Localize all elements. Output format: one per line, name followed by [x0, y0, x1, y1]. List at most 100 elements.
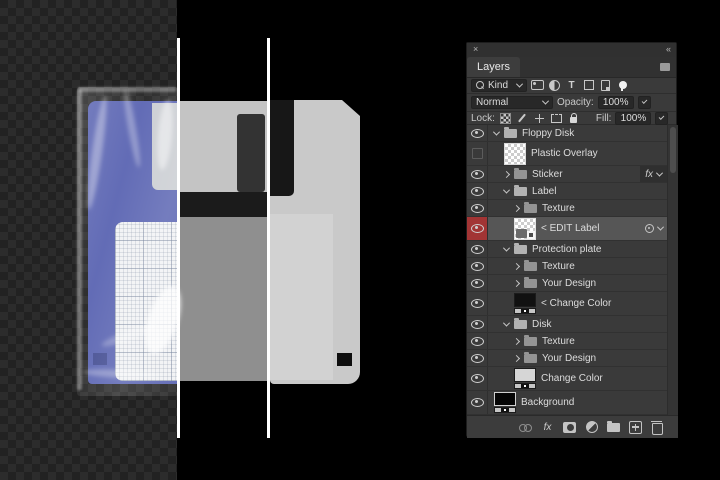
fill-dropdown-button[interactable]	[655, 112, 668, 125]
visibility-toggle[interactable]	[467, 367, 488, 390]
layer-row-edit-label-selected[interactable]: < EDIT Label	[467, 217, 667, 241]
layer-row-your-design-1[interactable]: Your Design	[467, 275, 667, 292]
new-group-icon[interactable]	[607, 420, 620, 434]
collapsed-chevron-icon[interactable]	[503, 170, 510, 177]
layer-row-change-color-dark[interactable]: < Change Color	[467, 292, 667, 316]
chevron-down-icon[interactable]	[656, 169, 663, 176]
layer-row-texture-3[interactable]: Texture	[467, 333, 667, 350]
disk-body-dark-middle	[180, 192, 267, 217]
eye-icon	[471, 129, 484, 138]
new-layer-icon[interactable]	[629, 420, 642, 434]
fill-layer-thumbnail[interactable]	[514, 293, 536, 314]
disk-label-area-gray	[270, 214, 333, 380]
eye-icon	[471, 337, 484, 346]
scrollbar-track[interactable]	[667, 125, 678, 415]
collapsed-chevron-icon[interactable]	[513, 354, 520, 361]
add-layer-mask-icon[interactable]	[563, 420, 576, 434]
layer-row-change-color-light[interactable]: Change Color	[467, 367, 667, 391]
collapsed-chevron-icon[interactable]	[513, 262, 520, 269]
visibility-toggle[interactable]	[467, 292, 488, 315]
filter-smart-objects-icon[interactable]	[599, 80, 612, 91]
fill-layer-thumbnail[interactable]	[494, 392, 516, 413]
blend-mode-select[interactable]: Normal	[471, 96, 553, 109]
color-swatch	[514, 368, 536, 382]
lock-transparency-icon[interactable]	[499, 113, 512, 124]
lock-artboard-icon[interactable]	[550, 113, 563, 124]
layer-row-your-design-2[interactable]: Your Design	[467, 350, 667, 367]
shutter-window-middle	[237, 114, 265, 192]
expand-chevron-icon[interactable]	[493, 128, 500, 135]
visibility-toggle[interactable]	[467, 275, 488, 291]
visibility-toggle[interactable]	[467, 333, 488, 349]
visibility-toggle[interactable]	[467, 258, 488, 274]
expand-chevron-icon[interactable]	[503, 186, 510, 193]
filter-adjustment-layers-icon[interactable]	[548, 80, 561, 91]
layer-row-disk[interactable]: Disk	[467, 316, 667, 333]
layer-thumbnail[interactable]	[504, 143, 526, 165]
lock-paint-icon[interactable]	[516, 113, 529, 124]
visibility-toggle[interactable]	[467, 183, 488, 199]
layer-name: < EDIT Label	[541, 223, 599, 234]
collapsed-chevron-icon[interactable]	[513, 204, 520, 211]
delete-layer-icon[interactable]	[651, 420, 664, 434]
layer-row-floppy-disk[interactable]: Floppy Disk	[467, 125, 667, 142]
collapsed-chevron-icon[interactable]	[513, 279, 520, 286]
before-after-divider-2[interactable]	[267, 38, 270, 438]
opacity-dropdown-button[interactable]	[638, 96, 651, 109]
plastic-wrinkle	[84, 95, 110, 210]
filter-type-layers-icon[interactable]: T	[565, 80, 578, 91]
folder-icon	[514, 170, 527, 179]
visibility-toggle[interactable]	[467, 316, 488, 332]
kind-filter-select[interactable]: Kind	[471, 79, 527, 92]
collapse-panel-icon[interactable]: «	[666, 44, 671, 54]
adjustment-layer-icon[interactable]	[585, 420, 598, 434]
expand-chevron-icon[interactable]	[503, 319, 510, 326]
layer-name: Texture	[542, 261, 575, 272]
disk-label-gray-middle	[180, 217, 267, 381]
filter-shape-layers-icon[interactable]	[582, 80, 595, 91]
visibility-toggle[interactable]	[467, 200, 488, 216]
layer-row-background[interactable]: Background	[467, 391, 667, 415]
visibility-toggle[interactable]	[467, 350, 488, 366]
link-layers-icon[interactable]	[519, 420, 532, 434]
layer-row-sticker[interactable]: Sticker fx	[467, 166, 667, 183]
layer-name: Floppy Disk	[522, 128, 574, 139]
tab-layers[interactable]: Layers	[467, 57, 520, 77]
fill-value[interactable]: 100%	[615, 112, 651, 125]
close-icon[interactable]: ×	[473, 44, 478, 54]
smart-object-thumbnail[interactable]	[514, 218, 536, 240]
lock-position-icon[interactable]	[533, 113, 546, 124]
folder-icon	[504, 129, 517, 138]
before-after-divider-1[interactable]	[177, 38, 180, 438]
folder-icon	[514, 187, 527, 196]
layer-row-texture-1[interactable]: Texture	[467, 200, 667, 217]
visibility-toggle[interactable]	[467, 125, 488, 141]
visibility-toggle[interactable]	[467, 391, 488, 414]
lock-all-icon[interactable]	[567, 113, 580, 124]
layer-effects-badge[interactable]: fx	[640, 166, 667, 182]
panel-menu-icon[interactable]	[660, 63, 670, 71]
collapsed-chevron-icon[interactable]	[513, 337, 520, 344]
filter-pixel-layers-icon[interactable]	[531, 80, 544, 91]
layer-row-protection-plate[interactable]: Protection plate	[467, 241, 667, 258]
layer-name: Disk	[532, 319, 551, 330]
visibility-toggle[interactable]	[467, 241, 488, 257]
expand-chevron-icon[interactable]	[503, 244, 510, 251]
layer-row-texture-2[interactable]: Texture	[467, 258, 667, 275]
layer-row-label[interactable]: Label	[467, 183, 667, 200]
layer-style-icon[interactable]: fx	[541, 420, 554, 434]
scrollbar-thumb[interactable]	[670, 127, 676, 173]
opacity-value[interactable]: 100%	[598, 96, 634, 109]
visibility-toggle[interactable]	[467, 142, 488, 165]
panel-title-bar: × «	[467, 43, 676, 58]
eye-icon	[471, 187, 484, 196]
visibility-toggle[interactable]	[467, 217, 488, 240]
chevron-down-icon[interactable]	[657, 224, 664, 231]
layer-row-plastic-overlay[interactable]: Plastic Overlay	[467, 142, 667, 166]
visibility-toggle[interactable]	[467, 166, 488, 182]
eye-icon	[471, 398, 484, 407]
filter-toggle-icon[interactable]	[616, 80, 629, 91]
smart-filter-icon[interactable]	[645, 224, 654, 233]
folder-icon	[524, 337, 537, 346]
fill-layer-thumbnail[interactable]	[514, 368, 536, 389]
